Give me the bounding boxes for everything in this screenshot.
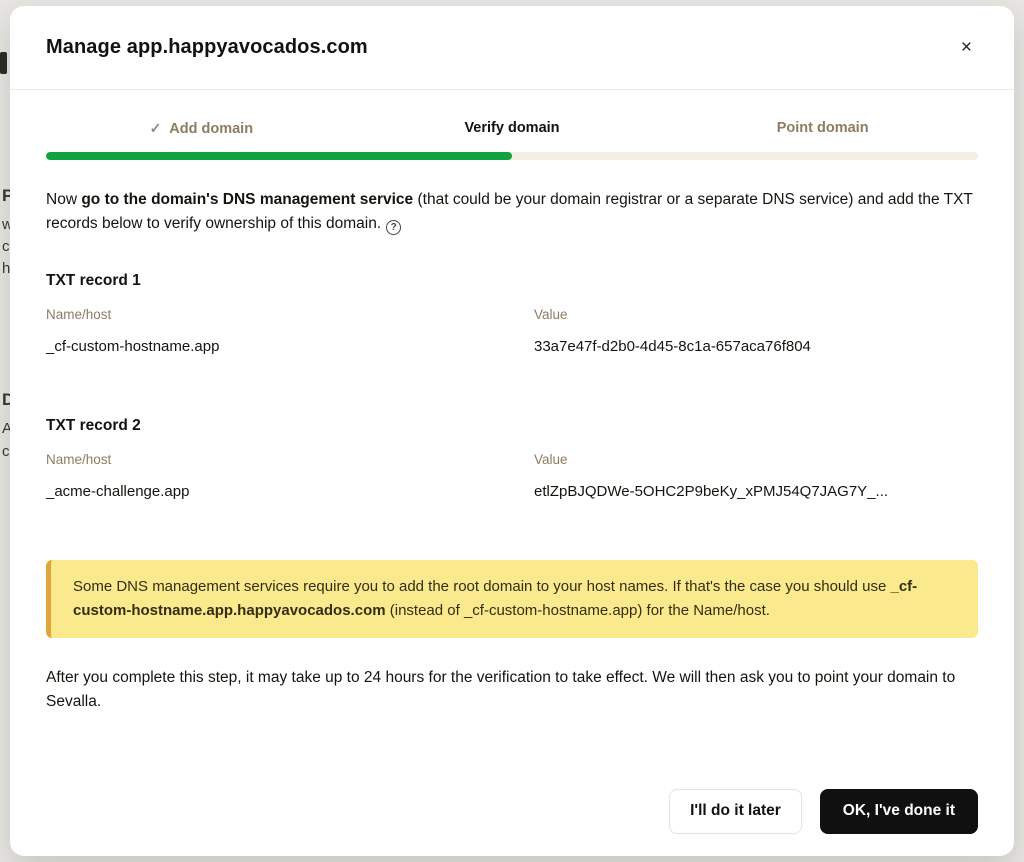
help-icon[interactable]: ? (386, 220, 401, 235)
do-it-later-button[interactable]: I'll do it later (669, 789, 802, 834)
record-value-value: etlZpBJQDWe-5OHC2P9beKy_xPMJ54Q7JAG7Y_..… (534, 483, 978, 500)
record-grid: Name/host Value _acme-challenge.app etlZ… (46, 452, 978, 500)
step-add-domain: ✓ Add domain (46, 120, 357, 137)
manage-domain-modal: Manage app.happyavocados.com × ✓ Add dom… (10, 6, 1014, 856)
record-grid: Name/host Value _cf-custom-hostname.app … (46, 307, 978, 355)
backdrop-fragment: c (2, 443, 10, 460)
modal-header: Manage app.happyavocados.com × (10, 6, 1014, 90)
step-label: Verify domain (464, 120, 559, 136)
intro-text: Now go to the domain's DNS management se… (46, 188, 978, 236)
name-host-label: Name/host (46, 452, 534, 467)
dns-root-domain-notice: Some DNS management services require you… (46, 560, 978, 638)
txt-record-1: TXT record 1 Name/host Value _cf-custom-… (46, 272, 978, 355)
record-value-value: 33a7e47f-d2b0-4d45-8c1a-657aca76f804 (534, 338, 978, 355)
step-label: Point domain (777, 120, 869, 136)
ok-done-button[interactable]: OK, I've done it (820, 789, 978, 834)
notice-part1: Some DNS management services require you… (73, 578, 890, 595)
intro-bold: go to the domain's DNS management servic… (81, 191, 413, 208)
step-point-domain: Point domain (667, 120, 978, 137)
step-label: Add domain (169, 121, 253, 137)
stepper-labels: ✓ Add domain Verify domain Point domain (46, 120, 978, 137)
name-host-label: Name/host (46, 307, 534, 322)
modal-title: Manage app.happyavocados.com (46, 36, 368, 59)
progress-bar-track (46, 152, 978, 160)
progress-fill (46, 152, 512, 160)
record-name-value: _cf-custom-hostname.app (46, 338, 534, 355)
check-icon: ✓ (150, 120, 162, 137)
record-title: TXT record 2 (46, 417, 978, 435)
backdrop-fragment-mark (0, 52, 7, 74)
record-title: TXT record 1 (46, 272, 978, 290)
value-label: Value (534, 307, 978, 322)
value-label: Value (534, 452, 978, 467)
domain-stepper: ✓ Add domain Verify domain Point domain (46, 120, 978, 160)
record-name-value: _acme-challenge.app (46, 483, 534, 500)
intro-pre: Now (46, 191, 81, 208)
notice-part2: (instead of _cf-custom-hostname.app) for… (386, 602, 770, 619)
close-icon[interactable]: × (955, 34, 978, 61)
txt-record-2: TXT record 2 Name/host Value _acme-chall… (46, 417, 978, 500)
backdrop-fragment: c (2, 238, 10, 255)
modal-body: ✓ Add domain Verify domain Point domain (10, 90, 1014, 789)
modal-footer: I'll do it later OK, I've done it (10, 789, 1014, 856)
step-verify-domain: Verify domain (357, 120, 668, 137)
verification-time-note: After you complete this step, it may tak… (46, 666, 978, 714)
